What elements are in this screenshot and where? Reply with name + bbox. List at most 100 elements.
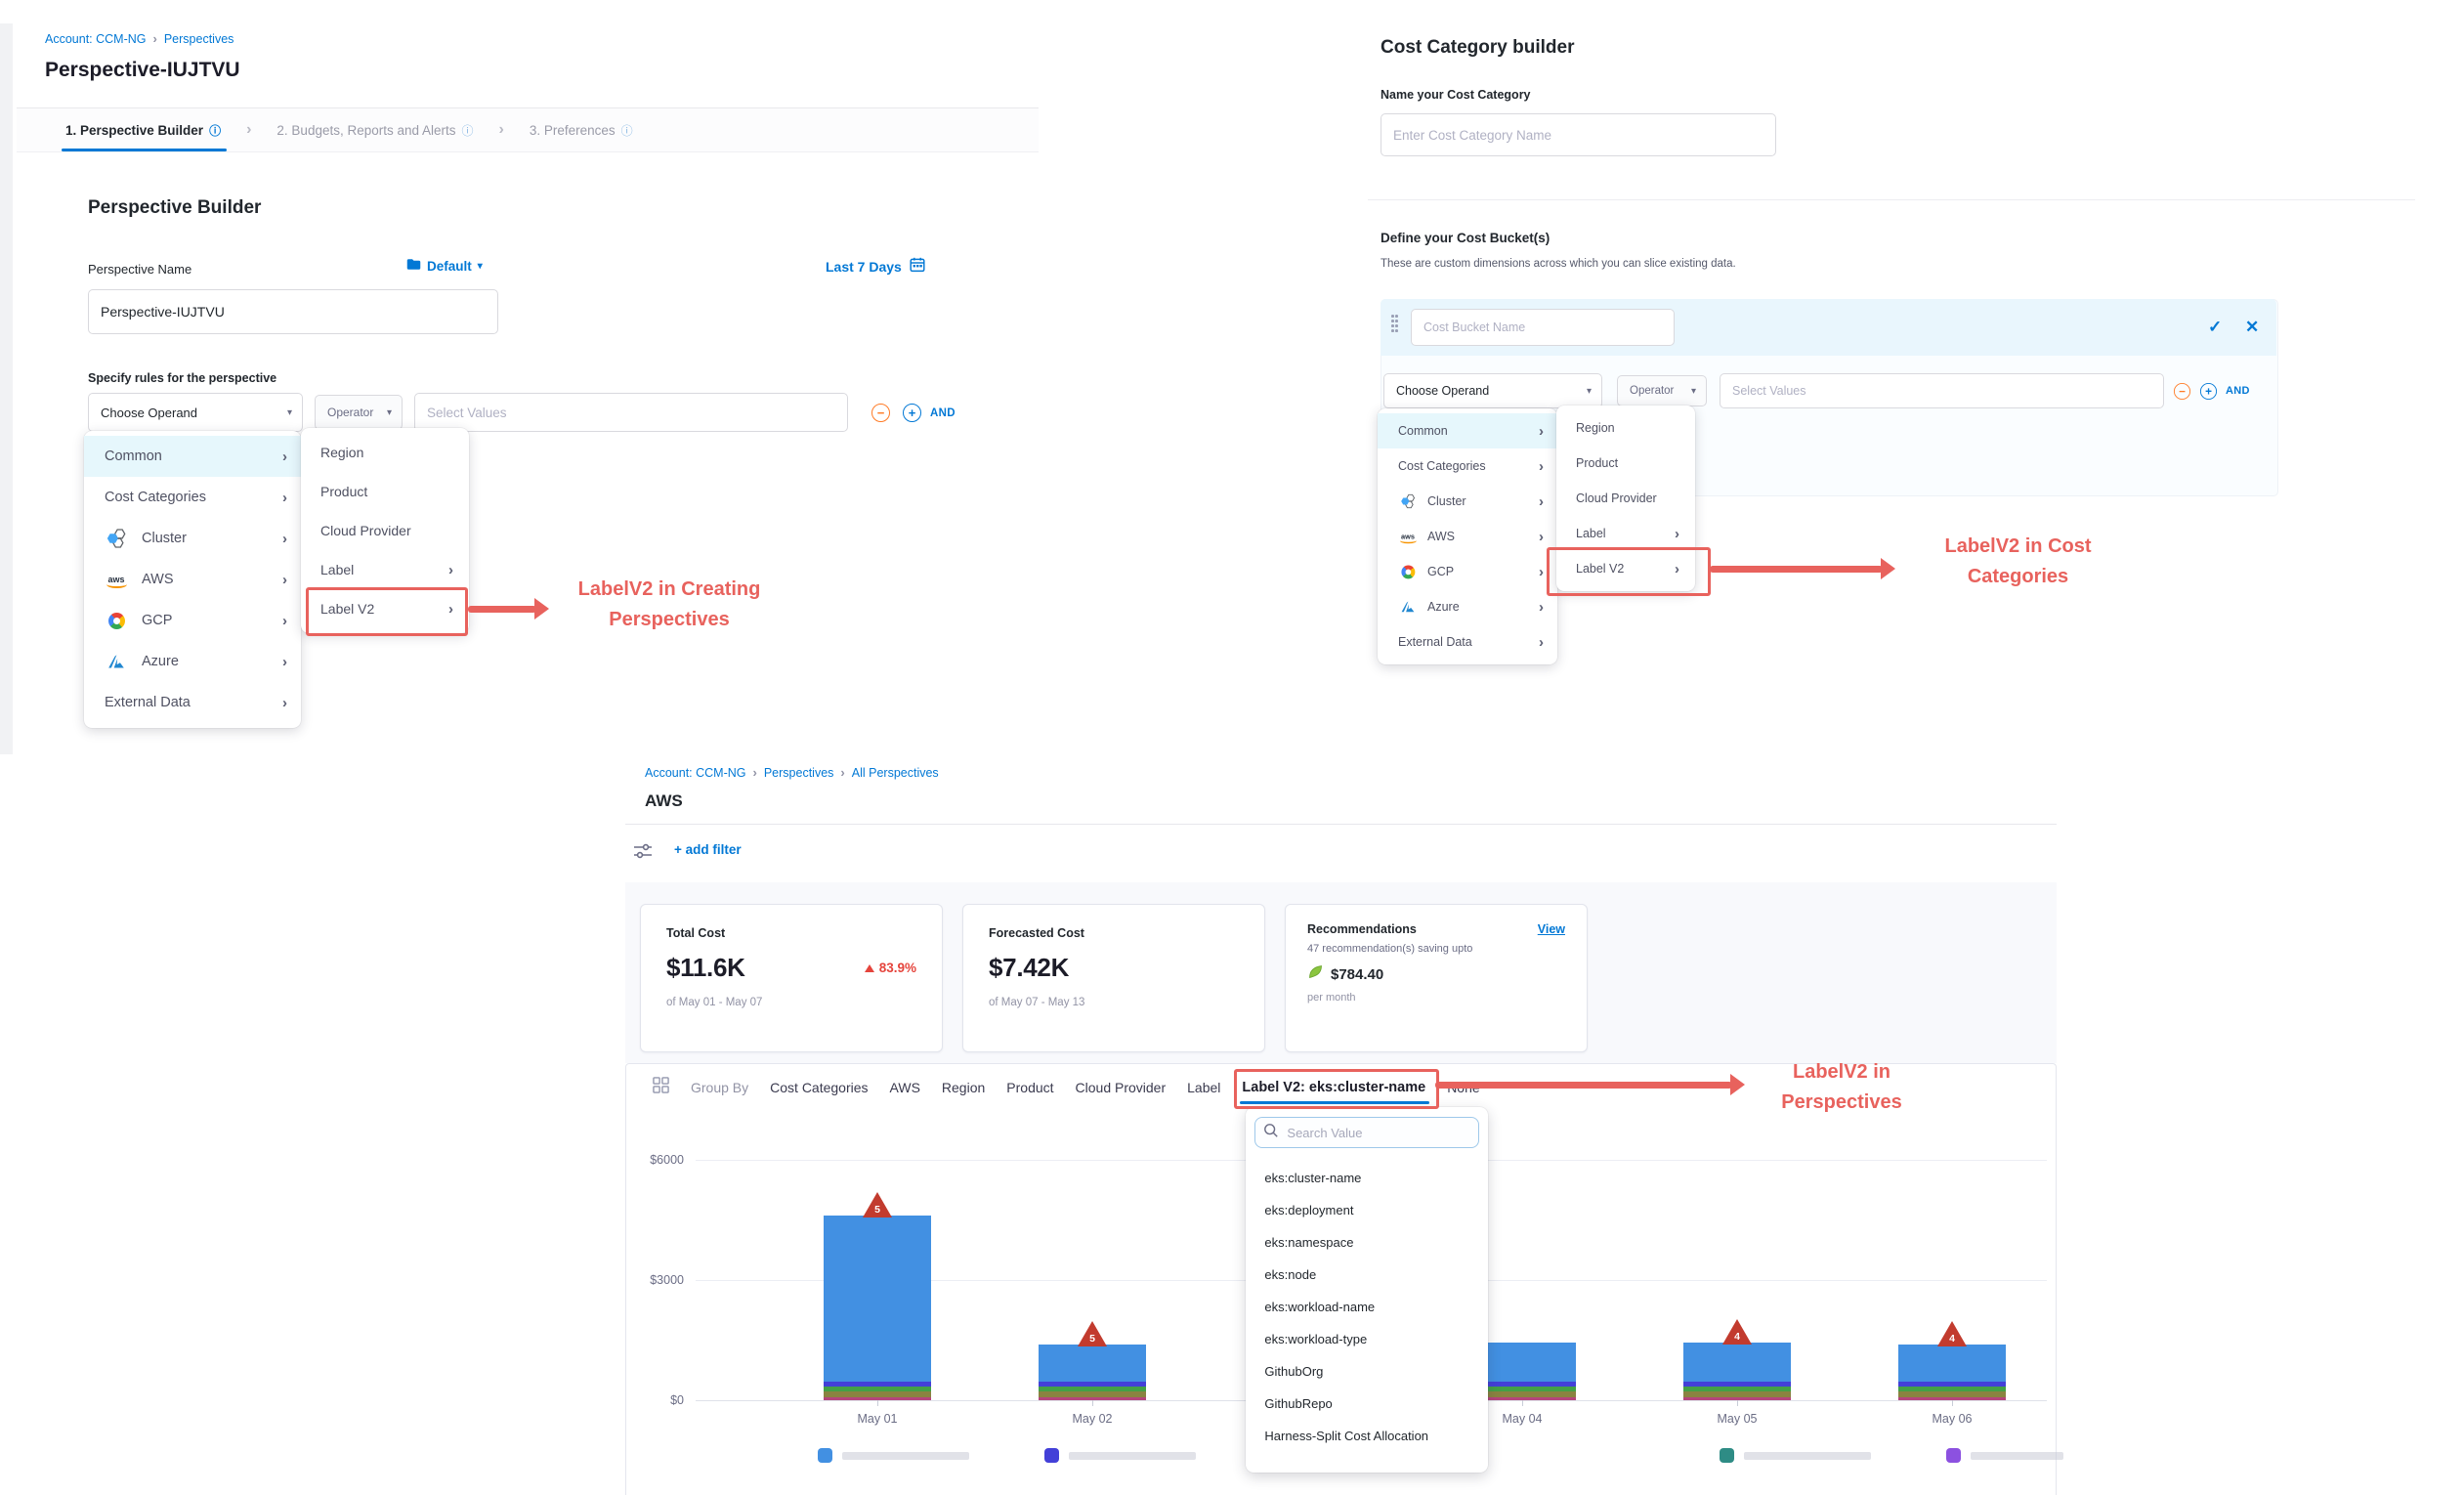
- submenu-item-cloud-provider[interactable]: Cloud Provider: [1556, 481, 1695, 516]
- label-value-eks-workload-name[interactable]: eks:workload-name: [1254, 1291, 1479, 1323]
- tab-perspective-builder[interactable]: 1. Perspective Builderⓘ: [65, 122, 221, 139]
- cost-bucket-name-input[interactable]: [1411, 309, 1675, 346]
- breadcrumb-perspectives-link[interactable]: Perspectives: [164, 32, 234, 46]
- group-by-label: Group By: [691, 1080, 748, 1095]
- confirm-bucket-icon[interactable]: [2208, 318, 2222, 337]
- select-values-input-right[interactable]: [1720, 373, 2164, 408]
- operand-menu-item-cluster[interactable]: Cluster: [84, 518, 301, 559]
- date-range-picker[interactable]: Last 7 Days: [826, 257, 925, 276]
- view-recommendations-link[interactable]: View: [1538, 922, 1565, 936]
- cluster-icon: [105, 528, 128, 549]
- operator-select[interactable]: Operator: [315, 395, 403, 430]
- group-by-cloud-provider[interactable]: Cloud Provider: [1076, 1080, 1167, 1095]
- group-by-label[interactable]: Label: [1187, 1080, 1220, 1095]
- operand-menu-item-aws[interactable]: awsAWS: [84, 559, 301, 600]
- perspective-name-input[interactable]: [88, 289, 498, 334]
- cost-bar-may-05[interactable]: [1683, 1343, 1791, 1400]
- chevron-right-icon: [499, 121, 504, 139]
- aws-icon: aws: [1400, 528, 1416, 545]
- submenu-item-product[interactable]: Product: [1556, 446, 1695, 481]
- group-by-aws[interactable]: AWS: [890, 1080, 920, 1095]
- add-rule-button-right[interactable]: [2200, 383, 2217, 400]
- x-axis-label: May 01: [833, 1412, 921, 1426]
- group-by-region[interactable]: Region: [942, 1080, 985, 1095]
- savings-per: per month: [1307, 992, 1565, 1004]
- wizard-tab-bar: 1. Perspective Builderⓘ 2. Budgets, Repo…: [17, 107, 1039, 152]
- submenu-item-cloud-provider[interactable]: Cloud Provider: [301, 511, 469, 550]
- azure-icon: [1400, 598, 1416, 616]
- legend-text-clipped: [1971, 1452, 2063, 1460]
- operand-menu-item-cost-categories[interactable]: Cost Categories: [84, 477, 301, 518]
- submenu-item-region[interactable]: Region: [1556, 410, 1695, 446]
- add-filter-button[interactable]: + add filter: [674, 842, 742, 857]
- breadcrumb-account-link[interactable]: Account: CCM-NG: [45, 32, 147, 46]
- submenu-item-label[interactable]: Label: [301, 550, 469, 589]
- operand-menu-item-gcp[interactable]: GCP: [84, 600, 301, 641]
- submenu-item-region[interactable]: Region: [301, 433, 469, 472]
- group-by-product[interactable]: Product: [1006, 1080, 1053, 1095]
- remove-rule-button-right[interactable]: [2174, 383, 2190, 400]
- label-value-eks-cluster-name[interactable]: eks:cluster-name: [1254, 1162, 1479, 1194]
- choose-operand-select[interactable]: Choose Operand: [88, 393, 303, 432]
- label-value-eks-workload-type[interactable]: eks:workload-type: [1254, 1323, 1479, 1355]
- folder-selector[interactable]: Default: [406, 258, 483, 274]
- breadcrumb-account-link[interactable]: Account: CCM-NG: [645, 766, 746, 780]
- remove-rule-button[interactable]: [871, 404, 890, 422]
- total-cost-period: of May 01 - May 07: [666, 997, 916, 1008]
- tab-budgets-reports-alerts[interactable]: 2. Budgets, Reports and Alertsⓘ: [276, 122, 473, 139]
- search-value-input[interactable]: [1285, 1125, 1455, 1141]
- grid-icon: [653, 1077, 669, 1098]
- chevron-right-icon: [448, 562, 453, 578]
- operand-menu-item-common[interactable]: Common: [84, 436, 301, 477]
- label-value-githubrepo[interactable]: GithubRepo: [1254, 1388, 1479, 1420]
- cost-bar-may-02[interactable]: [1039, 1345, 1146, 1400]
- add-rule-button[interactable]: [903, 404, 921, 422]
- cost-buckets-heading: Define your Cost Bucket(s): [1381, 231, 1550, 245]
- close-bucket-icon[interactable]: [2245, 318, 2259, 337]
- folder-icon: [406, 258, 421, 274]
- x-tick: [1737, 1400, 1738, 1406]
- left-edge-strip: [0, 23, 13, 754]
- operand-menu-item-azure[interactable]: Azure: [1378, 589, 1557, 624]
- label-value-eks-node[interactable]: eks:node: [1254, 1259, 1479, 1291]
- cost-bar-may-01[interactable]: [824, 1216, 931, 1400]
- gcp-icon: [105, 610, 128, 631]
- label-v2-value-dropdown: eks:cluster-nameeks:deploymenteks:namesp…: [1246, 1107, 1488, 1473]
- drag-handle-icon[interactable]: [1391, 315, 1399, 334]
- cost-bar-may-06[interactable]: [1898, 1345, 2006, 1400]
- breadcrumb-all-perspectives-link[interactable]: All Perspectives: [852, 766, 939, 780]
- filter-icon[interactable]: [633, 842, 653, 865]
- group-by-cost-categories[interactable]: Cost Categories: [770, 1080, 868, 1095]
- tab-preferences[interactable]: 3. Preferencesⓘ: [530, 122, 633, 139]
- annotation-red-box: [1547, 547, 1711, 596]
- forecasted-cost-value: $7.42K: [989, 953, 1239, 983]
- label-value-eks-namespace[interactable]: eks:namespace: [1254, 1226, 1479, 1259]
- operand-menu-item-cost-categories[interactable]: Cost Categories: [1378, 448, 1557, 484]
- operator-select-right[interactable]: Operator: [1617, 375, 1707, 406]
- caret-down-icon: [1587, 386, 1592, 397]
- choose-operand-select-right[interactable]: Choose Operand: [1383, 373, 1602, 408]
- chevron-right-icon: [840, 765, 844, 780]
- label-value-harness-split-cost-allocation[interactable]: Harness-Split Cost Allocation: [1254, 1420, 1479, 1452]
- chevron-right-icon: [282, 572, 287, 588]
- operand-menu-item-azure[interactable]: Azure: [84, 641, 301, 682]
- select-values-input[interactable]: [414, 393, 848, 432]
- operand-menu-item-gcp[interactable]: GCP: [1378, 554, 1557, 589]
- operand-menu-item-aws[interactable]: awsAWS: [1378, 519, 1557, 554]
- perspectives-arrowhead: [1730, 1074, 1745, 1095]
- search-icon: [1263, 1123, 1279, 1143]
- label-value-eks-deployment[interactable]: eks:deployment: [1254, 1194, 1479, 1226]
- label-value-githuborg[interactable]: GithubOrg: [1254, 1355, 1479, 1388]
- submenu-item-label[interactable]: Label: [1556, 516, 1695, 551]
- creating-perspectives-arrowhead: [534, 598, 549, 619]
- breadcrumb-perspectives-link[interactable]: Perspectives: [764, 766, 834, 780]
- operand-menu-item-cluster[interactable]: Cluster: [1378, 484, 1557, 519]
- operand-menu-item-external-data[interactable]: External Data: [84, 682, 301, 723]
- submenu-item-product[interactable]: Product: [301, 472, 469, 511]
- cost-category-name-input[interactable]: [1381, 113, 1776, 156]
- builder-heading: Perspective Builder: [88, 197, 261, 219]
- annotation-creating-perspectives: LabelV2 in CreatingPerspectives: [547, 575, 791, 635]
- operand-menu-item-common[interactable]: Common: [1378, 413, 1557, 448]
- caret-down-icon: [1691, 386, 1696, 397]
- operand-menu-item-external-data[interactable]: External Data: [1378, 624, 1557, 660]
